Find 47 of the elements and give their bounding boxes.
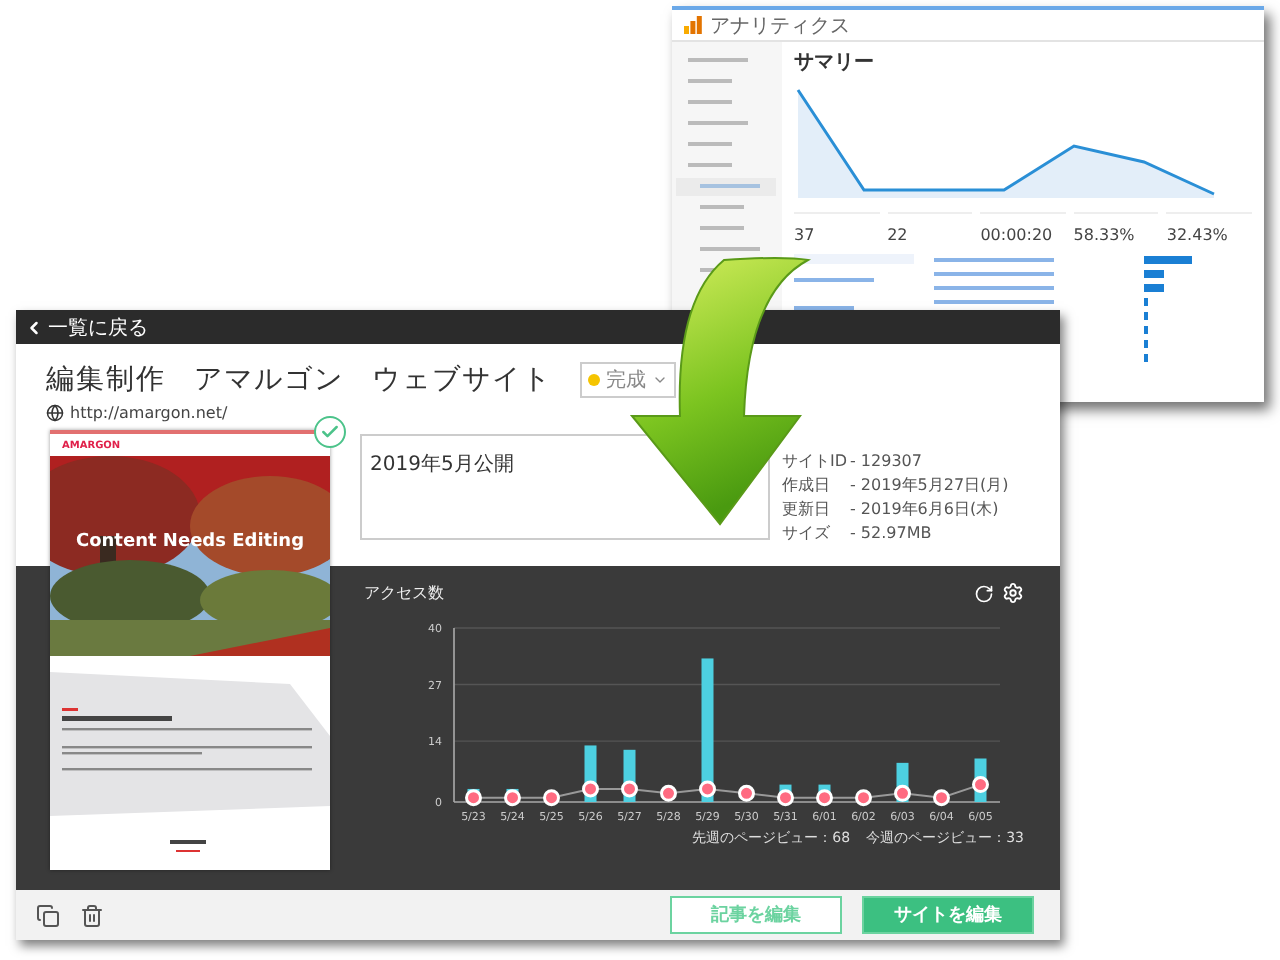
info-value: - 129307 (850, 450, 924, 472)
site-title: 編集制作 (46, 362, 166, 398)
chart-point (504, 789, 521, 807)
app-title: アナリティクス (710, 13, 850, 39)
caret-icon (652, 372, 668, 388)
metric-value: 37 (794, 212, 880, 244)
trash-icon[interactable] (80, 903, 104, 927)
info-label: サイトID (782, 450, 850, 472)
site-title: アマルゴン (194, 362, 344, 398)
chart-point (660, 784, 677, 802)
edit-button[interactable]: 記事を編集 (670, 896, 842, 934)
info-value: - 52.97MB (850, 522, 934, 544)
site-title: ウェブサイト (372, 362, 552, 398)
bar-chart-logo-icon (684, 16, 702, 34)
copy-icon[interactable] (36, 903, 60, 927)
preview-headline: Content Needs Editing (73, 532, 307, 552)
site-url: http://amargon.net/ (70, 404, 228, 422)
back-link[interactable]: 一覧に戻る (24, 313, 148, 341)
chart-point (738, 784, 755, 802)
info-label: 更新日 (782, 498, 832, 520)
edit-button[interactable]: サイトを編集 (862, 896, 1034, 934)
chart-title: アクセス数 (364, 582, 444, 604)
chart-point (699, 780, 716, 798)
info-value: - 2019年6月6日(木) (850, 498, 1001, 520)
chart-point (465, 789, 482, 807)
section-heading: サマリー (794, 50, 876, 76)
metric-value: 58.33% (1073, 212, 1159, 244)
chevron-left-icon (24, 317, 44, 337)
chart-point (894, 784, 911, 802)
chart-point (621, 780, 638, 798)
globe-icon (46, 404, 64, 422)
chart-point (777, 789, 794, 807)
chart-point (855, 789, 872, 807)
chart-point (816, 789, 833, 807)
info-label: サイズ (782, 522, 832, 544)
chart-point (543, 789, 560, 807)
metric-value: 22 (887, 212, 973, 244)
chart-point (972, 776, 989, 794)
metric-value: 32.43% (1166, 212, 1252, 244)
refresh-icon[interactable] (974, 583, 994, 603)
status-dropdown[interactable]: 完成 (580, 362, 676, 398)
info-label: 作成日 (782, 474, 832, 496)
metric-value: 00:00:20 (980, 212, 1066, 244)
info-value: - 2019年5月27日(月) (850, 474, 1009, 496)
chart-point (582, 780, 599, 798)
chart-point (933, 789, 950, 807)
settings-icon[interactable] (1002, 582, 1024, 604)
